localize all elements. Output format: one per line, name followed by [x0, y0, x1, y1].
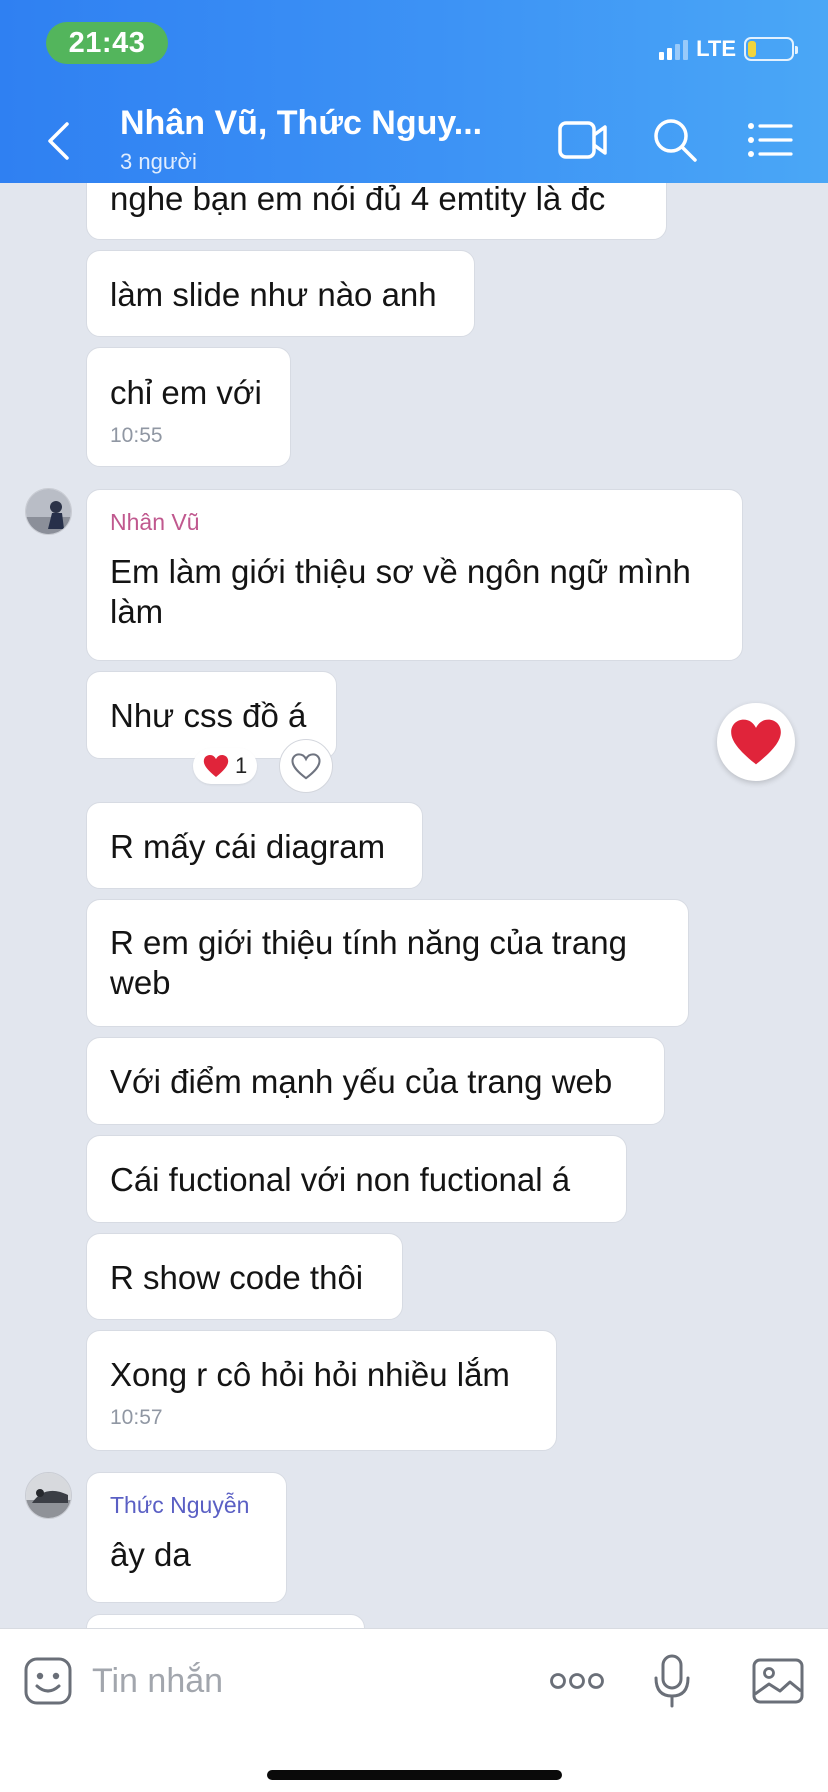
- message-bubble[interactable]: R em giới thiệu tính năng của trang web: [86, 899, 689, 1027]
- battery-icon: [744, 37, 798, 61]
- home-indicator: [267, 1770, 562, 1780]
- voice-message-button[interactable]: [644, 1653, 700, 1709]
- network-label: LTE: [696, 36, 736, 61]
- image-icon: [752, 1658, 804, 1704]
- quick-heart-button[interactable]: [717, 703, 795, 781]
- message-text: R mấy cái diagram: [110, 828, 386, 865]
- message-text: Với điểm mạnh yếu của trang web: [110, 1063, 613, 1100]
- message-bubble[interactable]: R mấy cái diagram: [86, 802, 423, 889]
- message-text: chỉ em với: [110, 374, 262, 411]
- message-text: Như css đồ á: [110, 697, 307, 734]
- avatar-nhan-vu[interactable]: [25, 488, 72, 535]
- chat-header: 21:43 LTE Nhân Vũ, Thức Nguy... 3 người: [0, 0, 828, 183]
- message-bubble[interactable]: Với điểm mạnh yếu của trang web: [86, 1037, 665, 1125]
- message-bubble[interactable]: Xong r cô hỏi hỏi nhiều lắm 10:57: [86, 1330, 557, 1451]
- image-picker-button[interactable]: [750, 1653, 806, 1709]
- sender-name: Nhân Vũ: [110, 509, 200, 535]
- react-button[interactable]: [279, 739, 333, 793]
- message-bubble[interactable]: Cái fuctional với non fuctional á: [86, 1135, 627, 1223]
- heart-icon: [203, 755, 229, 777]
- message-input[interactable]: [92, 1653, 522, 1709]
- sticker-icon: [24, 1657, 72, 1705]
- message-composer: [0, 1628, 828, 1792]
- message-text: Cái fuctional với non fuctional á: [110, 1161, 571, 1198]
- chat-title: Nhân Vũ, Thức Nguy...: [120, 104, 483, 142]
- reaction-count-value: 1: [235, 753, 248, 778]
- chat-title-area[interactable]: Nhân Vũ, Thức Nguy... 3 người: [120, 104, 510, 175]
- signal-strength-icon: [659, 38, 689, 60]
- menu-button[interactable]: [742, 114, 798, 166]
- status-time: 21:43: [46, 22, 168, 64]
- battery-level: [748, 41, 757, 57]
- message-text: R em giới thiệu tính năng của trang web: [110, 924, 627, 1001]
- back-button[interactable]: [36, 114, 80, 168]
- back-icon: [48, 122, 69, 160]
- message-bubble[interactable]: chỉ em với 10:55: [86, 347, 291, 467]
- microphone-icon: [654, 1654, 690, 1708]
- sender-name: Thức Nguyễn: [110, 1492, 250, 1518]
- avatar-thuc-nguyen[interactable]: [25, 1472, 72, 1519]
- reaction-summary[interactable]: 1: [193, 748, 258, 784]
- message-text: R show code thôi: [110, 1259, 364, 1296]
- heart-icon: [731, 719, 781, 765]
- video-call-button[interactable]: [555, 114, 611, 166]
- search-button[interactable]: [647, 114, 703, 166]
- message-text: ây da: [110, 1536, 191, 1573]
- heart-outline-icon: [291, 752, 321, 779]
- sticker-button[interactable]: [20, 1653, 76, 1709]
- message-text: nghe bạn em nói đủ 4 emtity là đc: [110, 180, 606, 217]
- message-text: Em làm giới thiệu sơ về ngôn ngữ mình là…: [110, 553, 691, 630]
- message-bubble-partial[interactable]: [86, 1614, 365, 1628]
- message-text: làm slide như nào anh: [110, 276, 437, 313]
- message-text: Xong r cô hỏi hỏi nhiều lắm: [110, 1356, 510, 1393]
- message-bubble[interactable]: Nhân Vũ Em làm giới thiệu sơ về ngôn ngữ…: [86, 489, 743, 661]
- message-time: 10:57: [110, 1406, 163, 1429]
- video-call-icon: [558, 121, 607, 159]
- menu-list-icon: [748, 123, 793, 157]
- status-indicators: LTE: [659, 36, 798, 62]
- more-icon: [550, 1673, 604, 1689]
- member-count: 3 người: [120, 149, 197, 174]
- message-bubble[interactable]: làm slide như nào anh: [86, 250, 475, 337]
- search-icon: [654, 119, 697, 162]
- message-time: 10:55: [110, 424, 163, 447]
- message-bubble[interactable]: R show code thôi: [86, 1233, 403, 1320]
- message-list[interactable]: nghe bạn em nói đủ 4 emtity là đc làm sl…: [0, 0, 828, 1628]
- message-bubble[interactable]: Thức Nguyễn ây da: [86, 1472, 287, 1603]
- more-button[interactable]: [548, 1653, 606, 1709]
